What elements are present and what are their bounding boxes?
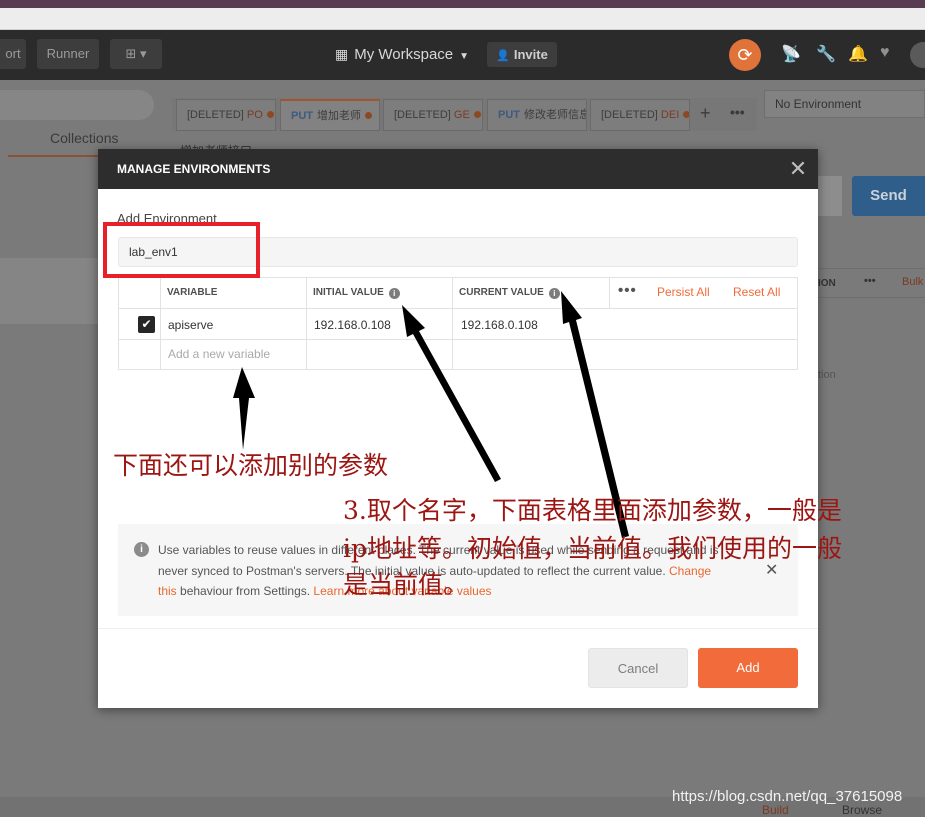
send-button[interactable]: Send: [852, 176, 925, 216]
request-tab[interactable]: PUT 增加老师: [280, 99, 380, 131]
tab-collections[interactable]: Collections: [50, 130, 118, 146]
info-icon: i: [134, 542, 149, 557]
grid-icon: ▦: [335, 46, 349, 62]
url-input[interactable]: [818, 176, 842, 216]
column-header-variable: VARIABLE: [167, 287, 218, 298]
persist-all-link[interactable]: Persist All: [657, 285, 710, 299]
table-divider: [452, 277, 453, 370]
initial-value-cell[interactable]: 192.168.0.108: [314, 318, 391, 332]
environment-select[interactable]: No Environment: [764, 90, 925, 118]
unsaved-dot: [683, 111, 689, 118]
request-tab[interactable]: PUT 修改老师信息: [487, 99, 587, 131]
runner-button[interactable]: Runner: [37, 39, 99, 69]
params-col-label: ION: [818, 278, 836, 289]
current-value-cell[interactable]: 192.168.0.108: [461, 318, 538, 332]
request-tab[interactable]: [DELETED] PO: [176, 99, 276, 131]
add-window-icon: ⊞ ▾: [125, 46, 147, 61]
new-tab-button[interactable]: ⊞ ▾: [110, 39, 162, 69]
bell-icon[interactable]: 🔔: [848, 44, 868, 64]
sidebar-search-input[interactable]: [0, 90, 154, 120]
build-tab[interactable]: Build: [762, 803, 789, 817]
workspace-label: My Workspace: [354, 46, 454, 63]
info-icon[interactable]: i: [548, 288, 560, 299]
table-divider: [609, 277, 610, 308]
unsaved-dot: [365, 112, 372, 119]
annotation-naming-line1: 3.取个名字，下面表格里面添加参数，一般是: [343, 496, 842, 525]
new-variable-input[interactable]: Add a new variable: [168, 347, 270, 361]
unsaved-dot: [266, 111, 274, 118]
annotation-add-params: 下面还可以添加别的参数: [113, 451, 389, 480]
invite-label: Invite: [513, 47, 548, 62]
add-button[interactable]: Add: [698, 648, 798, 688]
variable-name-cell[interactable]: apiserve: [168, 318, 213, 332]
heart-icon[interactable]: ♥: [880, 44, 890, 62]
info-icon[interactable]: i: [388, 288, 400, 299]
import-button[interactable]: ort: [0, 39, 26, 69]
table-divider: [160, 277, 161, 370]
this-link[interactable]: this: [158, 584, 177, 598]
add-user-icon: 👤: [496, 50, 510, 62]
annotation-naming-line2: ip地址等。初始值，当前值。我们使用的一般: [343, 534, 843, 563]
sync-icon[interactable]: ⟳: [729, 39, 761, 71]
change-link[interactable]: Change: [669, 564, 711, 578]
browser-strip: [0, 8, 925, 30]
column-header-initial: INITIAL VALUE i: [313, 287, 400, 299]
request-tab[interactable]: [DELETED] DEI: [590, 99, 690, 131]
cancel-button[interactable]: Cancel: [588, 648, 688, 688]
column-header-current: CURRENT VALUE i: [459, 287, 560, 299]
unsaved-dot: [473, 111, 481, 118]
modal-title: MANAGE ENVIRONMENTS: [117, 162, 271, 176]
browse-tab[interactable]: Browse: [842, 803, 882, 817]
chevron-down-icon: ▼: [459, 51, 470, 62]
checkmark-icon: ✔: [141, 317, 152, 331]
invite-button[interactable]: 👤 Invite: [487, 42, 557, 67]
variable-enabled-checkbox[interactable]: ✔: [138, 316, 155, 333]
satellite-icon[interactable]: 📡: [781, 44, 801, 64]
request-tab[interactable]: [DELETED] GE: [383, 99, 483, 131]
table-divider: [118, 339, 798, 340]
annotation-naming-line3: 是当前值。: [343, 570, 469, 599]
more-tabs-icon[interactable]: •••: [730, 104, 745, 120]
more-options-icon[interactable]: •••: [618, 282, 637, 299]
bulk-edit-link[interactable]: Bulk: [902, 276, 923, 288]
highlight-box: [103, 222, 260, 278]
table-divider: [118, 308, 798, 309]
plus-icon[interactable]: +: [700, 103, 711, 124]
wrench-icon[interactable]: 🔧: [816, 44, 836, 64]
table-divider: [306, 277, 307, 370]
watermark: https://blog.csdn.net/qq_37615098: [672, 788, 903, 805]
workspace-selector[interactable]: ▦ My Workspace ▼: [335, 40, 469, 68]
modal-divider: [98, 628, 818, 629]
params-more-icon[interactable]: •••: [864, 275, 876, 287]
window-title-strip: [0, 0, 925, 8]
description-placeholder: tion: [818, 369, 836, 381]
reset-all-link[interactable]: Reset All: [733, 285, 780, 299]
close-icon[interactable]: ✕: [788, 157, 808, 181]
